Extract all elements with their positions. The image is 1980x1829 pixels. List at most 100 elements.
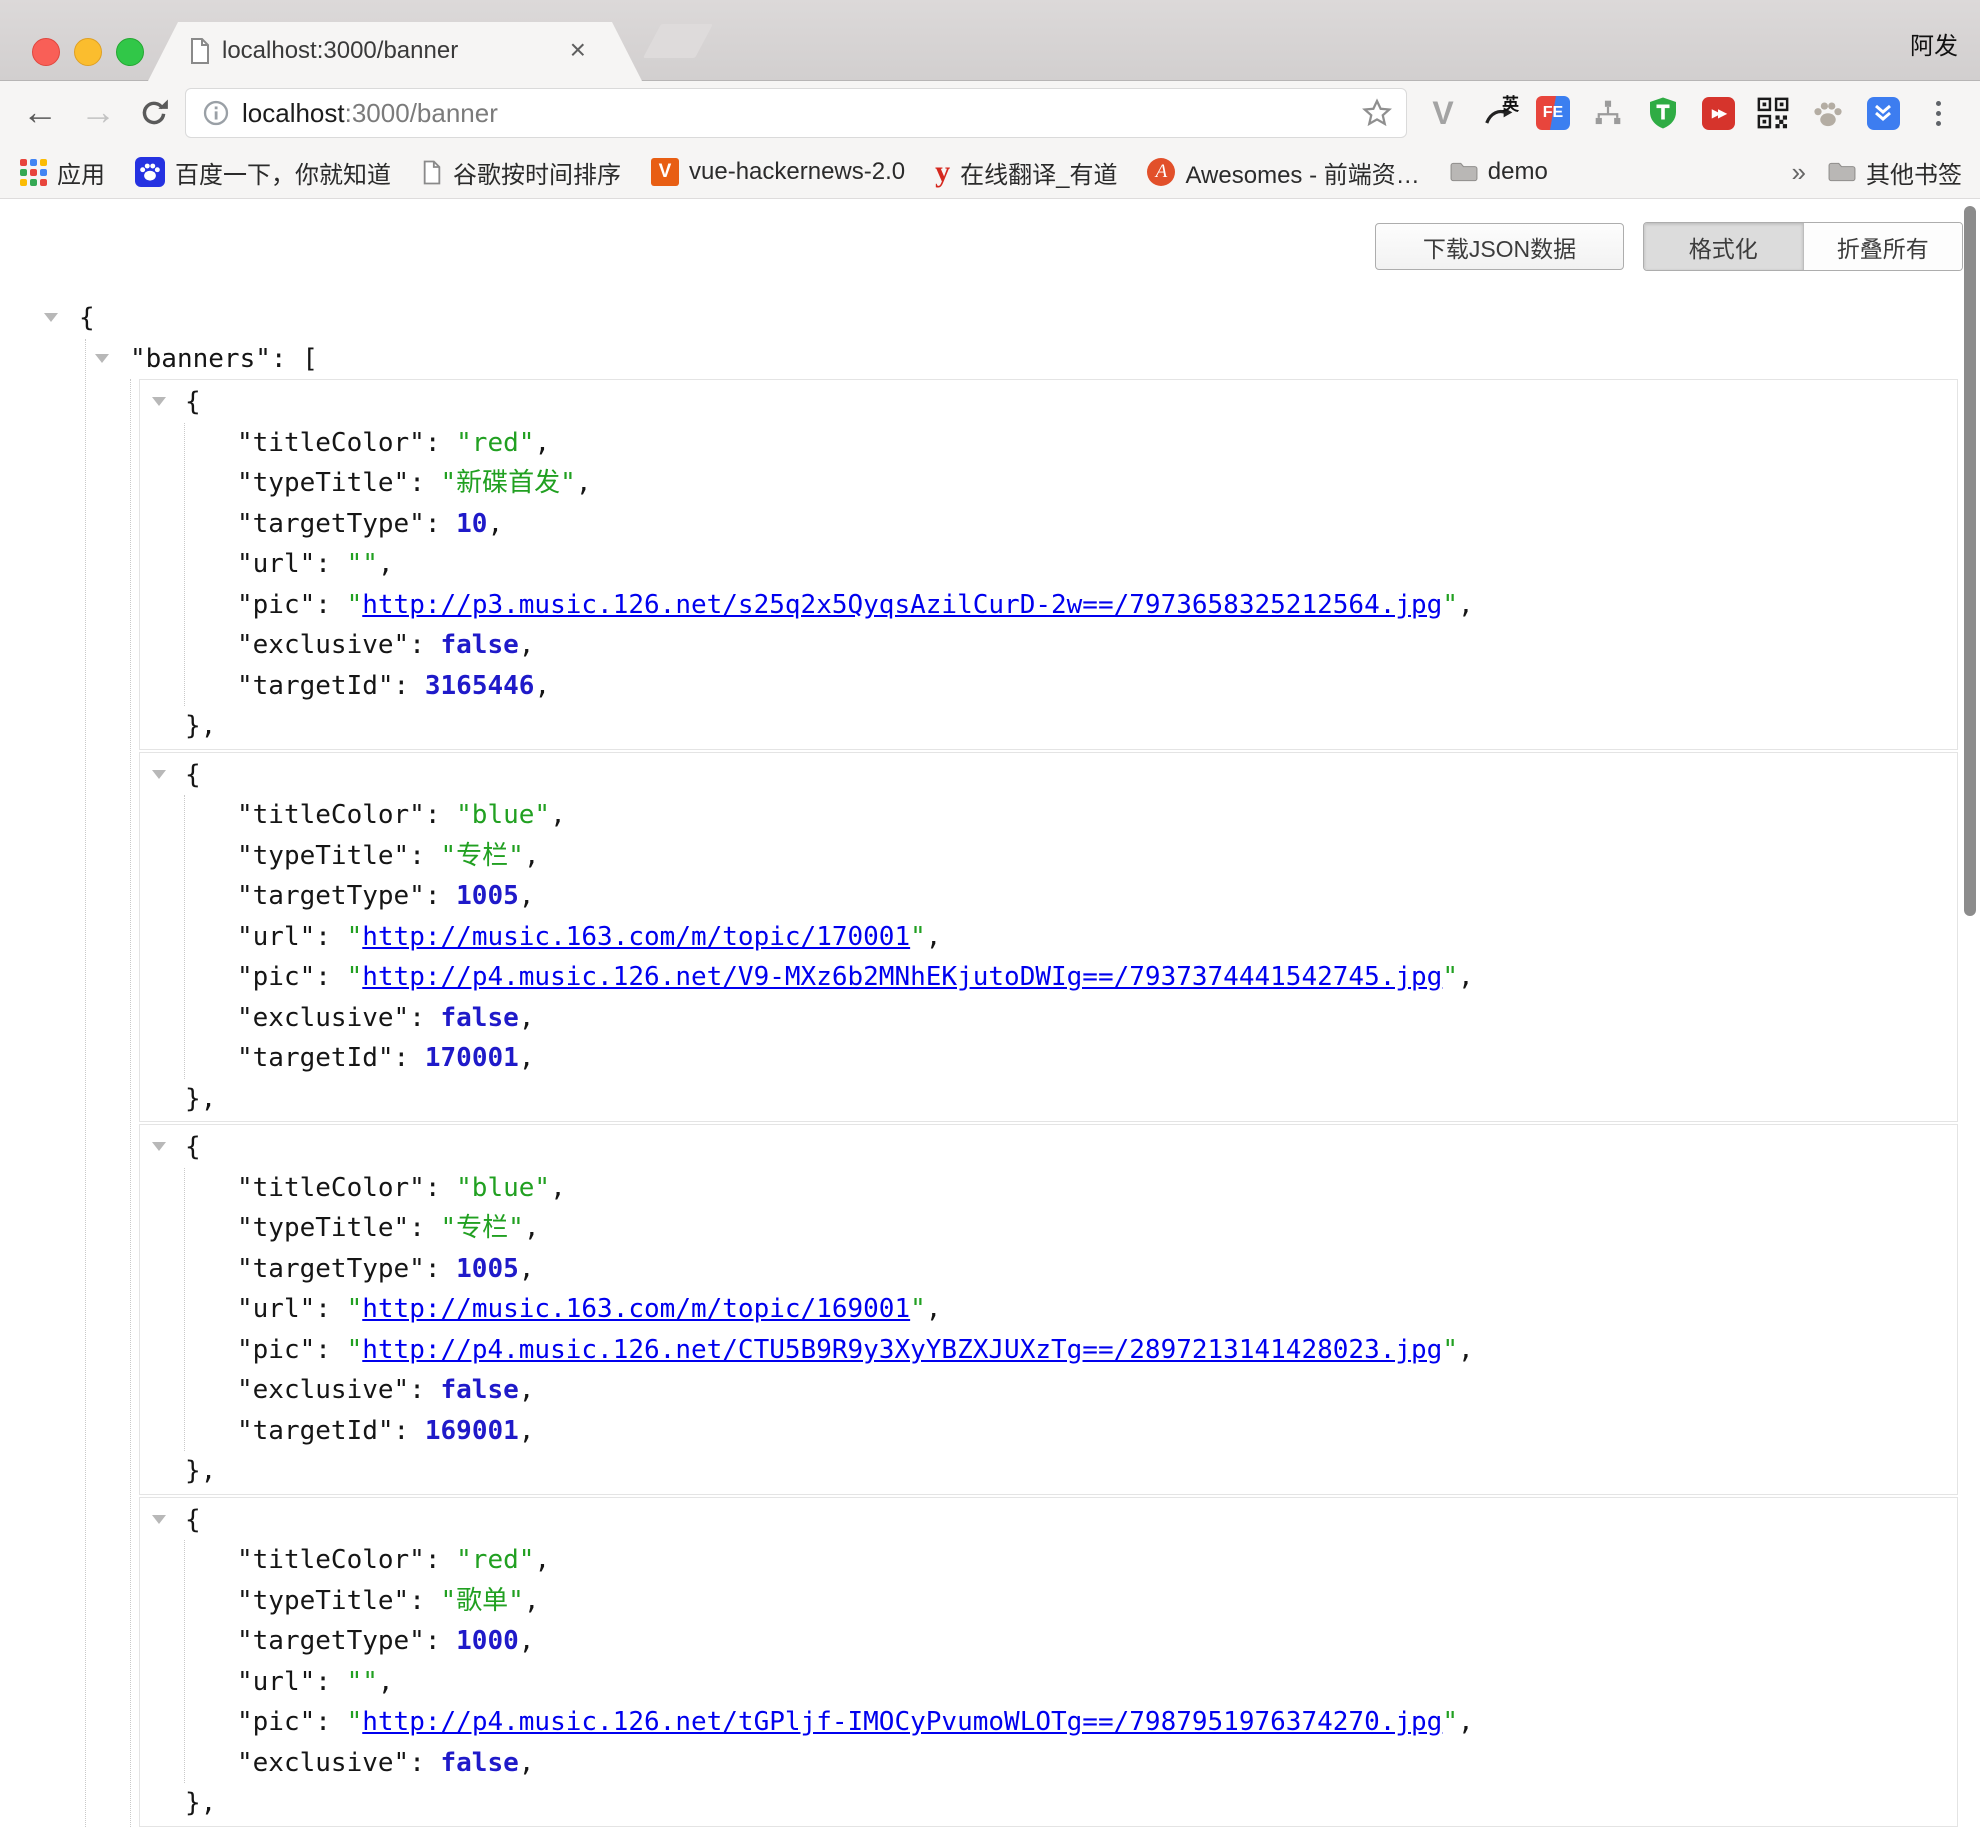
fullscreen-window-button[interactable]: [116, 38, 144, 66]
folder-icon: [1828, 161, 1856, 183]
json-token: ,: [550, 1173, 566, 1203]
json-token: :: [425, 428, 456, 458]
json-number: 1005: [456, 881, 519, 911]
json-token: ,: [524, 1213, 540, 1243]
bookmark-vue-hackernews[interactable]: V vue-hackernews-2.0: [651, 158, 905, 186]
download-json-button[interactable]: 下载JSON数据: [1375, 223, 1624, 270]
json-field-targetType: "targetType": 1005,: [185, 876, 1957, 917]
extensions-row: V 英 FE ▶▶: [1424, 87, 1957, 139]
collapse-all-button[interactable]: 折叠所有: [1803, 223, 1963, 270]
browser-tab[interactable]: localhost:3000/banner ×: [148, 22, 642, 81]
json-token: ,: [1458, 590, 1474, 620]
back-icon[interactable]: ←: [22, 89, 58, 135]
bookmark-star-icon[interactable]: [1362, 98, 1392, 128]
json-field-typeTitle: "typeTitle": "专栏",: [185, 836, 1957, 877]
json-field-titleColor: "titleColor": "red",: [185, 1540, 1957, 1581]
json-key: "pic": [237, 962, 315, 992]
collapse-toggle-icon[interactable]: [152, 1515, 166, 1524]
json-token: :: [315, 590, 346, 620]
json-close-line: },: [140, 1079, 1957, 1120]
address-bar[interactable]: localhost:3000/banner: [185, 88, 1407, 138]
reload-icon[interactable]: [138, 97, 170, 129]
collapse-toggle-icon[interactable]: [152, 770, 166, 779]
translate-extension-icon[interactable]: 英: [1479, 94, 1517, 132]
json-token: ,: [519, 881, 535, 911]
json-link[interactable]: http://music.163.com/m/topic/169001: [362, 1294, 910, 1324]
banner-fields: "titleColor": "red","typeTitle": "歌单","t…: [184, 1540, 1957, 1783]
video-downloader-icon[interactable]: ▶▶: [1699, 94, 1737, 132]
json-string: "red": [456, 1545, 534, 1575]
browser-menu-icon[interactable]: [1919, 94, 1957, 132]
minimize-window-button[interactable]: [74, 38, 102, 66]
collapse-toggle-icon[interactable]: [44, 313, 58, 322]
scrollbar[interactable]: [1964, 206, 1976, 916]
json-token: ,: [926, 1294, 942, 1324]
json-quote: ": [347, 1335, 363, 1365]
json-token: ,: [519, 630, 535, 660]
json-field-pic: "pic": "http://p3.music.126.net/s25q2x5Q…: [185, 585, 1957, 626]
json-link[interactable]: http://music.163.com/m/topic/170001: [362, 922, 910, 952]
bookmark-awesomes[interactable]: A Awesomes - 前端资…: [1147, 155, 1419, 190]
json-field-typeTitle: "typeTitle": "新碟首发",: [185, 463, 1957, 504]
apps-grid-icon: [20, 159, 47, 186]
bookmark-demo-folder[interactable]: demo: [1450, 158, 1548, 186]
other-bookmarks-folder[interactable]: 其他书签: [1828, 155, 1962, 190]
qr-code-icon[interactable]: [1754, 94, 1792, 132]
json-quote: ": [347, 1294, 363, 1324]
json-token: ,: [524, 841, 540, 871]
bookmark-youdao[interactable]: y 在线翻译_有道: [935, 155, 1117, 190]
json-link[interactable]: http://p3.music.126.net/s25q2x5QyqsAzilC…: [362, 590, 1442, 620]
json-token: ,: [1458, 962, 1474, 992]
json-tree: {"banners": [{"titleColor": "red","typeT…: [0, 298, 1980, 1829]
json-string: "": [347, 549, 378, 579]
json-token: :: [315, 1667, 346, 1697]
vue-bookmark-icon: V: [651, 158, 679, 186]
bookmark-apps[interactable]: 应用: [20, 155, 105, 190]
json-string: "blue": [456, 1173, 550, 1203]
json-token: {: [185, 1505, 201, 1535]
tab-close-icon[interactable]: ×: [570, 34, 586, 66]
youdao-icon: y: [935, 155, 950, 189]
fe-helper-extension-icon[interactable]: FE: [1534, 94, 1572, 132]
bookmark-google-sorted[interactable]: 谷歌按时间排序: [421, 155, 621, 190]
json-field-pic: "pic": "http://p4.music.126.net/tGPljf-I…: [185, 1702, 1957, 1743]
json-link[interactable]: http://p4.music.126.net/CTU5B9R9y3XyYBZX…: [362, 1335, 1442, 1365]
json-token: ,: [519, 1626, 535, 1656]
collapse-toggle-icon[interactable]: [95, 354, 109, 363]
json-quote: ": [1442, 1335, 1458, 1365]
collapse-toggle-icon[interactable]: [152, 397, 166, 406]
tampermonkey-shield-icon[interactable]: [1644, 94, 1682, 132]
new-tab-button[interactable]: [643, 24, 713, 58]
paw-extension-icon[interactable]: [1809, 94, 1847, 132]
window-titlebar: localhost:3000/banner × 阿发: [0, 0, 1980, 81]
json-token: :: [425, 1173, 456, 1203]
json-link[interactable]: http://p4.music.126.net/tGPljf-IMOCyPvum…: [362, 1707, 1442, 1737]
json-key: "titleColor": [237, 1173, 425, 1203]
json-key: "pic": [237, 1707, 315, 1737]
json-token: :: [409, 1375, 440, 1405]
tab-title: localhost:3000/banner: [222, 37, 458, 65]
collapse-toggle-icon[interactable]: [152, 1142, 166, 1151]
bookmark-baidu[interactable]: 百度一下，你就知道: [135, 155, 391, 190]
json-token: ,: [519, 1003, 535, 1033]
page-info-icon[interactable]: [202, 99, 230, 127]
format-button[interactable]: 格式化: [1644, 223, 1803, 270]
json-token: ,: [1458, 1335, 1474, 1365]
json-token: :: [315, 1294, 346, 1324]
bookmark-label: 应用: [57, 155, 105, 190]
sitemap-extension-icon[interactable]: [1589, 94, 1627, 132]
bookmarks-overflow-icon[interactable]: »: [1792, 157, 1806, 188]
json-token: ,: [378, 1667, 394, 1697]
json-field-titleColor: "titleColor": "blue",: [185, 795, 1957, 836]
json-token: :: [409, 468, 440, 498]
profile-name[interactable]: 阿发: [1910, 26, 1958, 61]
json-key: "targetType": [237, 1626, 425, 1656]
banner-item-box: {"titleColor": "blue","typeTitle": "专栏",…: [139, 752, 1958, 1123]
json-field-exclusive: "exclusive": false,: [185, 625, 1957, 666]
json-token: ,: [519, 1416, 535, 1446]
close-window-button[interactable]: [32, 38, 60, 66]
vue-devtools-icon[interactable]: V: [1424, 94, 1462, 132]
checkin-extension-icon[interactable]: [1864, 94, 1902, 132]
json-link[interactable]: http://p4.music.126.net/V9-MXz6b2MNhEKju…: [362, 962, 1442, 992]
json-key: "exclusive": [237, 630, 409, 660]
